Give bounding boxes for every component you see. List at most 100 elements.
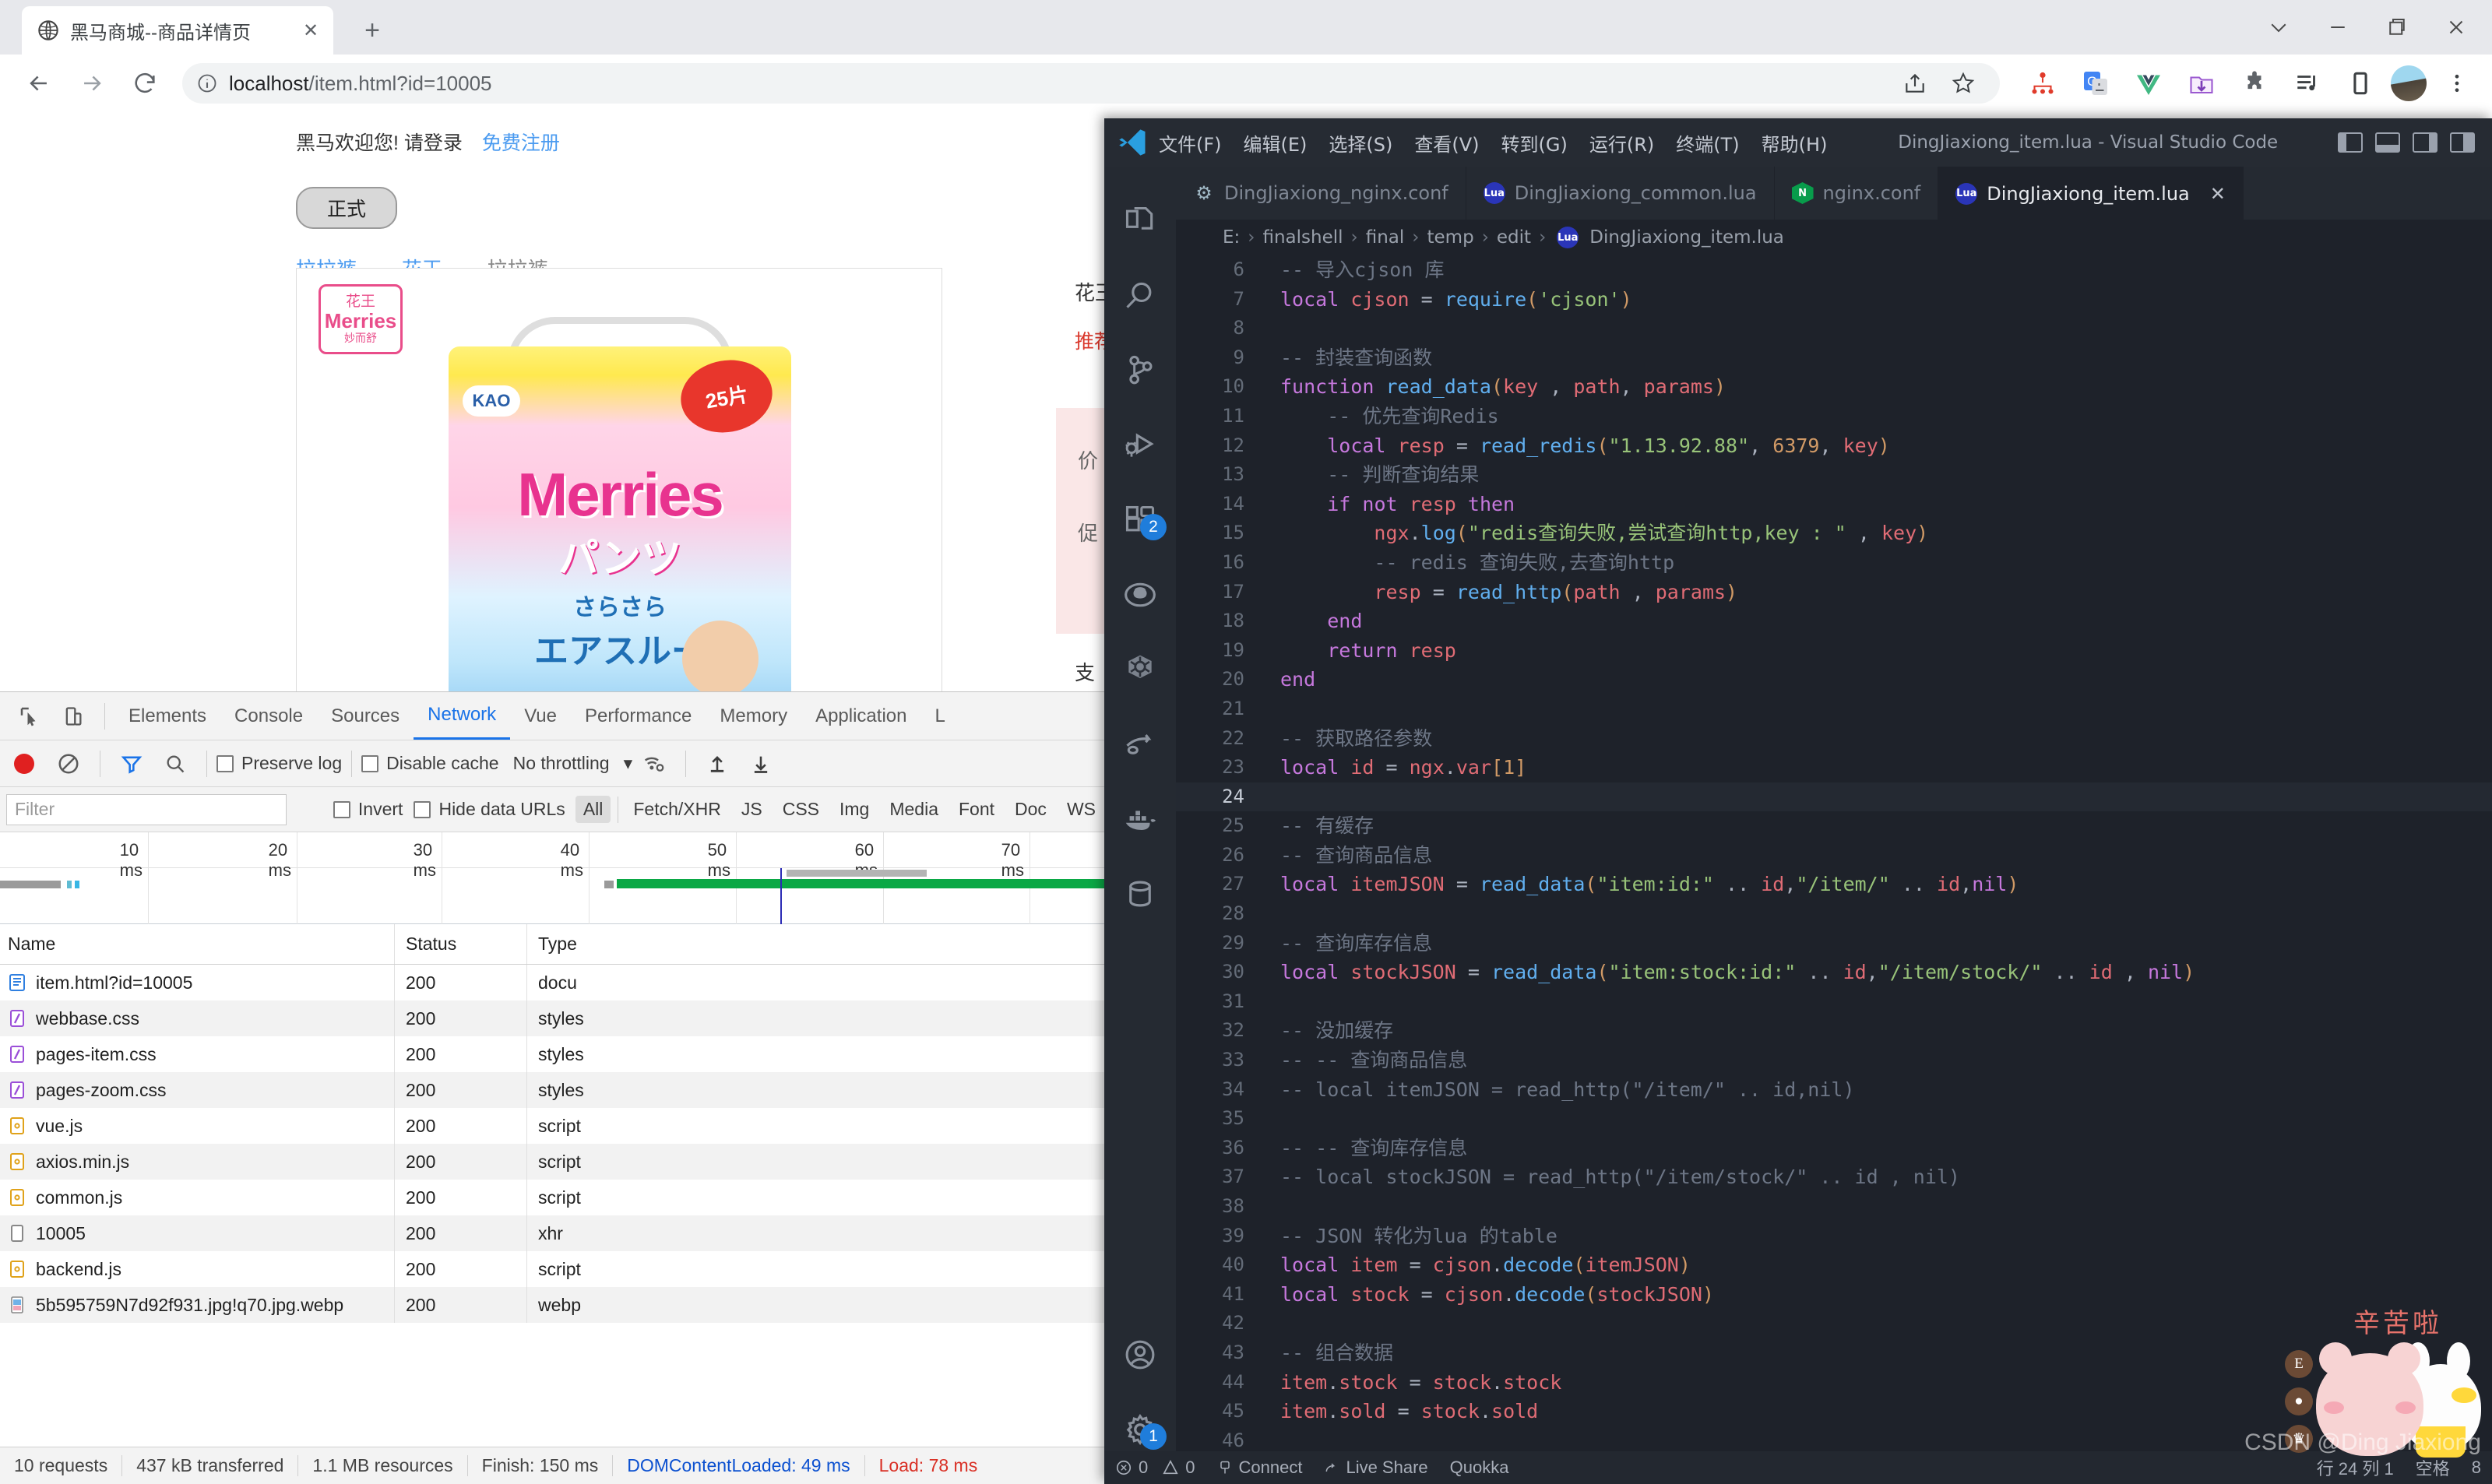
column-header-type[interactable]: Type xyxy=(527,924,683,964)
code-line[interactable]: 35 xyxy=(1176,1104,2492,1134)
star-icon[interactable] xyxy=(1941,61,1986,106)
code-line[interactable]: 12 local resp = read_redis("1.13.92.88",… xyxy=(1176,431,2492,461)
chevron-down-icon[interactable] xyxy=(2249,0,2308,55)
table-row[interactable]: 5b595759N7d92f931.jpg!q70.jpg.webp200web… xyxy=(0,1287,1106,1323)
github-icon[interactable] xyxy=(1104,557,1176,632)
inspect-element-icon[interactable] xyxy=(8,695,51,738)
vue-devtools-icon[interactable] xyxy=(2126,61,2171,106)
table-row[interactable]: 10005200xhr xyxy=(0,1215,1106,1251)
address-bar[interactable]: localhost/item.html?id=10005 xyxy=(182,63,2000,104)
toggle-primary-sidebar-icon[interactable] xyxy=(2338,132,2363,153)
filter-type-ws[interactable]: WS xyxy=(1059,796,1103,823)
code-line[interactable]: 41local stock = cjson.decode(stockJSON) xyxy=(1176,1280,2492,1310)
back-button[interactable] xyxy=(12,57,65,110)
checkbox[interactable] xyxy=(216,755,234,772)
code-line[interactable]: 24 xyxy=(1176,782,2492,812)
editor-tab-common-lua[interactable]: Lua DingJiaxiong_common.lua xyxy=(1466,167,1775,220)
menu-go[interactable]: 转到(G) xyxy=(1491,129,1579,156)
invert-checkbox[interactable]: Invert xyxy=(333,799,403,820)
editor-tab-nginx-conf[interactable]: ⚙ DingJiaxiong_nginx.conf xyxy=(1176,167,1466,220)
code-line[interactable]: 34-- local itemJSON = read_http("/item/"… xyxy=(1176,1075,2492,1105)
code-line[interactable]: 40local item = cjson.decode(itemJSON) xyxy=(1176,1250,2492,1280)
table-row[interactable]: item.html?id=10005200docu xyxy=(0,965,1106,1000)
table-row[interactable]: axios.min.js200script xyxy=(0,1144,1106,1180)
filter-icon[interactable] xyxy=(110,742,153,786)
code-line[interactable]: 44item.stock = stock.stock xyxy=(1176,1368,2492,1398)
breadcrumb-seg-0[interactable]: E: xyxy=(1223,227,1240,248)
menu-terminal[interactable]: 终端(T) xyxy=(1665,129,1750,156)
menu-edit[interactable]: 编辑(E) xyxy=(1233,129,1318,156)
playlist-icon[interactable] xyxy=(2285,61,2330,106)
close-icon[interactable] xyxy=(2427,0,2486,55)
code-line[interactable]: 6-- 导入cjson 库 xyxy=(1176,255,2492,285)
new-tab-button[interactable]: + xyxy=(354,12,390,48)
code-line[interactable]: 37-- local stockJSON = read_http("/item/… xyxy=(1176,1162,2492,1192)
live-share-status[interactable]: Live Share xyxy=(1313,1458,1438,1478)
xmind-icon[interactable] xyxy=(2020,61,2065,106)
search-icon[interactable] xyxy=(1104,258,1176,333)
code-line[interactable]: 22-- 获取路径参数 xyxy=(1176,724,2492,754)
code-line[interactable]: 27local itemJSON = read_data("item:id:" … xyxy=(1176,870,2492,899)
filter-type-fetchxhr[interactable]: Fetch/XHR xyxy=(625,796,728,823)
table-row[interactable]: pages-zoom.css200styles xyxy=(0,1072,1106,1108)
code-line[interactable]: 30local stockJSON = read_data("item:stoc… xyxy=(1176,958,2492,987)
browser-tab[interactable]: 黑马商城--商品详情页 ✕ xyxy=(22,6,333,55)
code-line[interactable]: 45item.sold = stock.sold xyxy=(1176,1397,2492,1426)
tab-network[interactable]: Network xyxy=(414,693,510,740)
code-line[interactable]: 16 -- redis 查询失败,去查询http xyxy=(1176,548,2492,578)
code-line[interactable]: 25-- 有缓存 xyxy=(1176,811,2492,841)
code-line[interactable]: 43-- 组合数据 xyxy=(1176,1338,2492,1368)
export-har-icon[interactable] xyxy=(739,742,783,786)
code-line[interactable]: 14 if not resp then xyxy=(1176,490,2492,519)
tab-elements[interactable]: Elements xyxy=(114,693,220,740)
kebab-menu-icon[interactable] xyxy=(2434,61,2480,106)
checkbox[interactable] xyxy=(333,801,350,818)
throttling-select[interactable]: No throttling xyxy=(513,753,610,774)
menu-file[interactable]: 文件(F) xyxy=(1148,129,1233,156)
tab-application[interactable]: Application xyxy=(801,693,920,740)
reload-button[interactable] xyxy=(118,57,171,110)
mobile-icon[interactable] xyxy=(2338,61,2383,106)
tab-console[interactable]: Console xyxy=(220,693,317,740)
network-timeline[interactable]: 10 ms 20 ms 30 ms 40 ms 50 ms 60 ms 70 m… xyxy=(0,832,1106,924)
toggle-panel-icon[interactable] xyxy=(2375,132,2400,153)
code-line[interactable]: 7local cjson = require('cjson') xyxy=(1176,285,2492,315)
code-line[interactable]: 20end xyxy=(1176,665,2492,695)
puzzle-icon[interactable] xyxy=(2232,61,2277,106)
code-line[interactable]: 36-- -- 查询库存信息 xyxy=(1176,1134,2492,1163)
column-header-name[interactable]: Name xyxy=(0,924,395,964)
preserve-log-checkbox[interactable]: Preserve log xyxy=(216,753,342,774)
avatar[interactable] xyxy=(2391,65,2427,101)
code-line[interactable]: 13 -- 判断查询结果 xyxy=(1176,460,2492,490)
network-request-table[interactable]: Name Status Type item.html?id=10005200do… xyxy=(0,924,1106,1370)
code-line[interactable]: 33-- -- 查询商品信息 xyxy=(1176,1046,2492,1075)
code-line[interactable]: 38 xyxy=(1176,1192,2492,1222)
code-line[interactable]: 29-- 查询库存信息 xyxy=(1176,929,2492,958)
code-line[interactable]: 19 return resp xyxy=(1176,636,2492,666)
table-row[interactable]: pages-item.css200styles xyxy=(0,1036,1106,1072)
code-editor[interactable]: 6-- 导入cjson 库7local cjson = require('cjs… xyxy=(1176,255,2492,1484)
breadcrumb-seg-2[interactable]: final xyxy=(1366,227,1405,248)
editor-tab-item-lua[interactable]: Lua DingJiaxiong_item.lua ✕ xyxy=(1938,167,2244,220)
record-icon[interactable] xyxy=(14,754,34,774)
table-row[interactable]: vue.js200script xyxy=(0,1108,1106,1144)
docker-icon[interactable] xyxy=(1104,782,1176,856)
code-line[interactable]: 10function read_data(key , path, params) xyxy=(1176,372,2492,402)
column-header-status[interactable]: Status xyxy=(395,924,527,964)
register-link[interactable]: 免费注册 xyxy=(482,132,560,154)
indentation[interactable]: 空格 xyxy=(2405,1455,2461,1480)
code-line[interactable]: 42 xyxy=(1176,1309,2492,1338)
tab-close-icon[interactable]: ✕ xyxy=(297,17,324,44)
problems-status[interactable]: 0 0 xyxy=(1104,1458,1206,1478)
hide-data-urls-checkbox[interactable]: Hide data URLs xyxy=(414,799,565,820)
filter-type-img[interactable]: Img xyxy=(832,796,877,823)
remote-connect-status[interactable]: Connect xyxy=(1206,1458,1314,1478)
quokka-status[interactable]: Quokka xyxy=(1439,1458,1520,1478)
code-line[interactable]: 9-- 封装查询函数 xyxy=(1176,343,2492,373)
code-line[interactable]: 8 xyxy=(1176,314,2492,343)
customize-layout-icon[interactable] xyxy=(2450,132,2475,153)
code-line[interactable]: 23local id = ngx.var[1] xyxy=(1176,753,2492,782)
code-lines[interactable]: 6-- 导入cjson 库7local cjson = require('cjs… xyxy=(1176,255,2492,1455)
disable-cache-checkbox[interactable]: Disable cache xyxy=(361,753,498,774)
code-line[interactable]: 39-- JSON 转化为lua 的table xyxy=(1176,1222,2492,1251)
